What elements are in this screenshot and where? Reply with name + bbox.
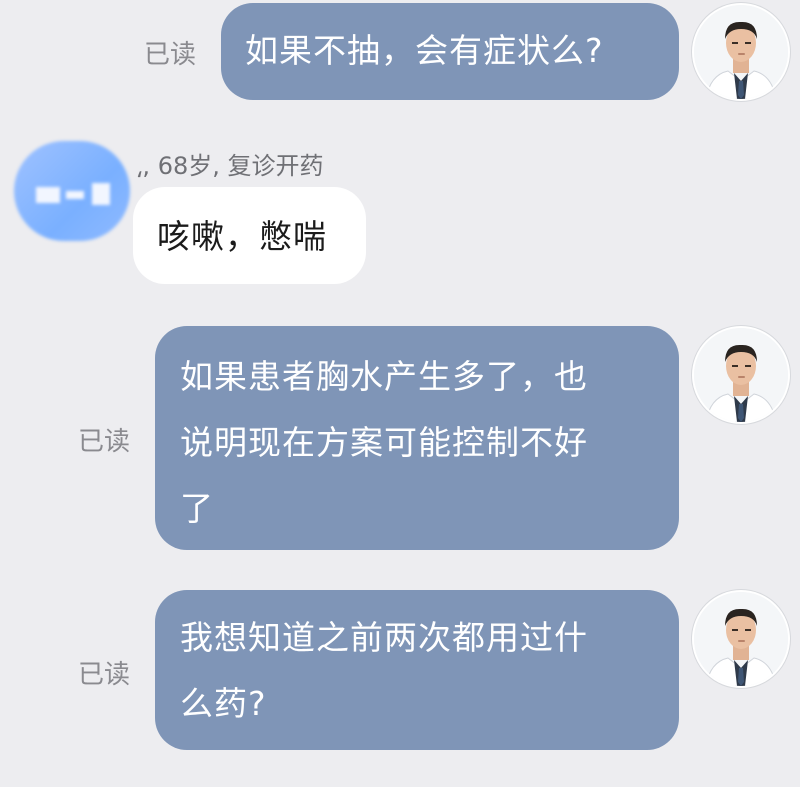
doctor-avatar[interactable]: [692, 590, 790, 688]
message-text: 如果不抽，会有症状么?: [245, 31, 604, 70]
doctor-message-bubble[interactable]: 我想知道之前两次都用过什 么药?: [155, 590, 679, 750]
message-text: 么药?: [180, 684, 267, 723]
doctor-avatar-icon: [694, 592, 788, 686]
patient-info: ⸲, 68岁, 复诊开药: [136, 152, 324, 180]
doctor-avatar[interactable]: [692, 3, 790, 101]
message-text: 说明现在方案可能控制不好: [180, 423, 588, 462]
message-text: 如果患者胸水产生多了，也: [180, 357, 588, 396]
avatar-blur-block: [36, 187, 60, 203]
avatar-blur-block: [92, 183, 110, 205]
message-text: 我想知道之前两次都用过什: [180, 618, 588, 657]
message-text: 了: [180, 489, 214, 528]
doctor-avatar[interactable]: [692, 326, 790, 424]
doctor-message-bubble[interactable]: 如果患者胸水产生多了，也 说明现在方案可能控制不好 了: [155, 326, 679, 550]
read-status: 已读: [144, 40, 197, 70]
patient-avatar[interactable]: [14, 141, 130, 241]
avatar-blur-block: [66, 191, 84, 199]
message-text: 咳嗽，憋喘: [157, 217, 327, 256]
doctor-avatar-icon: [694, 328, 788, 422]
read-status: 已读: [78, 660, 131, 690]
patient-message-bubble[interactable]: 咳嗽，憋喘: [133, 187, 366, 284]
doctor-message-bubble[interactable]: 如果不抽，会有症状么?: [221, 3, 679, 100]
doctor-avatar-icon: [694, 5, 788, 99]
read-status: 已读: [78, 427, 131, 457]
